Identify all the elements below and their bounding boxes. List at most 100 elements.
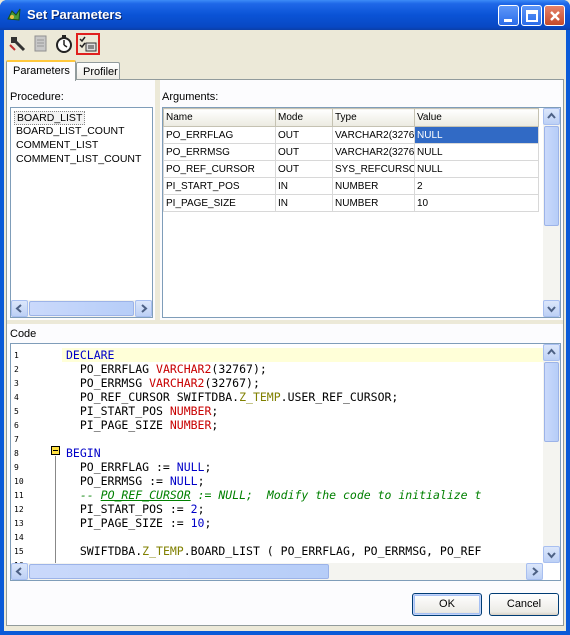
table-row[interactable]: PO_REF_CURSOR OUT SYS_REFCURSOR NULL — [163, 160, 539, 178]
checklist-button[interactable] — [76, 33, 100, 55]
wizard-icon — [9, 37, 26, 52]
code-hscrollbar[interactable] — [11, 563, 543, 580]
arg-mode: IN — [275, 194, 333, 212]
fold-collapse-icon[interactable] — [51, 446, 60, 455]
arrow-down-icon — [547, 552, 556, 559]
arg-name: PI_PAGE_SIZE — [163, 194, 276, 212]
code-line: PO_ERRMSG := NULL; — [66, 474, 205, 488]
arrow-right-icon — [532, 567, 539, 576]
maximize-icon — [526, 10, 538, 22]
minimize-icon — [504, 19, 512, 22]
list-item[interactable]: BOARD_LIST — [14, 111, 86, 125]
line-number: 3 — [14, 379, 19, 388]
arrow-left-icon — [15, 304, 22, 313]
document-button[interactable] — [31, 34, 51, 54]
scroll-thumb[interactable] — [544, 362, 559, 442]
app-icon — [7, 8, 21, 21]
scroll-left-button[interactable] — [11, 300, 28, 317]
line-number: 2 — [14, 365, 19, 374]
arg-value-input[interactable]: NULL — [414, 160, 539, 178]
cancel-button[interactable]: Cancel — [489, 593, 559, 616]
column-header-mode[interactable]: Mode — [275, 108, 333, 127]
column-header-value[interactable]: Value — [414, 108, 539, 127]
toolbar — [4, 30, 566, 58]
list-item[interactable]: COMMENT_LIST — [14, 139, 100, 153]
list-item[interactable]: COMMENT_LIST_COUNT — [14, 153, 143, 167]
scroll-right-button[interactable] — [135, 300, 152, 317]
column-header-name[interactable]: Name — [163, 108, 276, 127]
scroll-thumb[interactable] — [29, 564, 329, 579]
arg-name: PO_ERRFLAG — [163, 126, 276, 144]
arg-value-input[interactable]: 10 — [414, 194, 539, 212]
code-line: PO_ERRMSG VARCHAR2(32767); — [66, 376, 260, 390]
scroll-right-button[interactable] — [526, 563, 543, 580]
code-line: PO_ERRFLAG VARCHAR2(32767); — [66, 362, 267, 376]
arg-mode: OUT — [275, 143, 333, 161]
checklist-icon — [79, 36, 97, 52]
code-line: PI_PAGE_SIZE NUMBER; — [66, 418, 219, 432]
stopwatch-button[interactable] — [54, 34, 74, 54]
code-line: PO_REF_CURSOR SWIFTDBA.Z_TEMP.USER_REF_C… — [66, 390, 399, 404]
procedure-hscrollbar[interactable] — [11, 300, 152, 317]
procedure-list[interactable]: BOARD_LIST BOARD_LIST_COUNT COMMENT_LIST… — [10, 107, 153, 318]
ok-button[interactable]: OK — [412, 593, 482, 616]
line-number: 9 — [14, 463, 19, 472]
arg-mode: OUT — [275, 126, 333, 144]
table-row[interactable]: PO_ERRFLAG OUT VARCHAR2(32767) NULL — [163, 126, 539, 144]
tab-profiler[interactable]: Profiler — [76, 62, 120, 80]
arrow-right-icon — [141, 304, 148, 313]
code-vscrollbar[interactable] — [543, 344, 560, 563]
line-number: 14 — [14, 533, 24, 542]
arguments-vscrollbar[interactable] — [543, 108, 560, 317]
table-row[interactable]: PO_ERRMSG OUT VARCHAR2(32767) NULL — [163, 143, 539, 161]
title-bar[interactable]: Set Parameters — [0, 0, 570, 30]
scroll-up-button[interactable] — [543, 108, 560, 125]
arguments-table: Name Mode Type Value PO_ERRFLAG OUT VARC… — [163, 108, 539, 212]
line-number: 5 — [14, 407, 19, 416]
arrow-down-icon — [547, 306, 556, 313]
line-number: 7 — [14, 435, 19, 444]
arg-type: VARCHAR2(32767) — [332, 143, 415, 161]
list-item[interactable]: BOARD_LIST_COUNT — [14, 125, 127, 139]
code-line: PI_START_POS := 2; — [66, 502, 205, 516]
arguments-grid[interactable]: Name Mode Type Value PO_ERRFLAG OUT VARC… — [162, 107, 561, 318]
arg-type: NUMBER — [332, 177, 415, 195]
scroll-down-button[interactable] — [543, 546, 560, 563]
scroll-down-button[interactable] — [543, 300, 560, 317]
window-title: Set Parameters — [27, 7, 122, 22]
scroll-thumb[interactable] — [544, 126, 559, 226]
table-header-row: Name Mode Type Value — [163, 108, 539, 127]
code-line: PI_PAGE_SIZE := 10; — [66, 516, 212, 530]
close-button[interactable] — [544, 5, 565, 26]
line-number-gutter: 1 2 3 4 5 6 7 8 9 10 11 12 13 14 15 16 — [11, 344, 61, 580]
dialog-client: Parameters Profiler Procedure: BOARD_LIS… — [4, 30, 566, 631]
scroll-left-button[interactable] — [11, 563, 28, 580]
wizard-button[interactable] — [8, 34, 28, 54]
horizontal-splitter[interactable] — [7, 320, 563, 324]
arrow-left-icon — [15, 567, 22, 576]
procedure-label: Procedure: — [10, 91, 64, 103]
minimize-button[interactable] — [498, 5, 519, 26]
line-number: 10 — [14, 477, 24, 486]
arg-value-input[interactable]: 2 — [414, 177, 539, 195]
arrow-up-icon — [547, 112, 556, 119]
table-row[interactable]: PI_PAGE_SIZE IN NUMBER 10 — [163, 194, 539, 212]
arg-name: PO_REF_CURSOR — [163, 160, 276, 178]
parameters-tab-page: Procedure: BOARD_LIST BOARD_LIST_COUNT C… — [6, 79, 564, 626]
table-row[interactable]: PI_START_POS IN NUMBER 2 — [163, 177, 539, 195]
arg-name: PO_ERRMSG — [163, 143, 276, 161]
arg-value-input[interactable]: NULL — [414, 126, 539, 144]
code-line: PO_ERRFLAG := NULL; — [66, 460, 212, 474]
tab-parameters[interactable]: Parameters — [6, 60, 76, 81]
scroll-thumb[interactable] — [29, 301, 134, 316]
code-line: PI_START_POS NUMBER; — [66, 404, 219, 418]
vertical-splitter[interactable] — [155, 80, 160, 320]
arg-value-input[interactable]: NULL — [414, 143, 539, 161]
column-header-type[interactable]: Type — [332, 108, 415, 127]
line-number: 13 — [14, 519, 24, 528]
line-number: 4 — [14, 393, 19, 402]
scroll-up-button[interactable] — [543, 344, 560, 361]
code-editor[interactable]: 1 2 3 4 5 6 7 8 9 10 11 12 13 14 15 16 — [10, 343, 561, 581]
maximize-button[interactable] — [521, 5, 542, 26]
document-icon — [34, 35, 47, 52]
